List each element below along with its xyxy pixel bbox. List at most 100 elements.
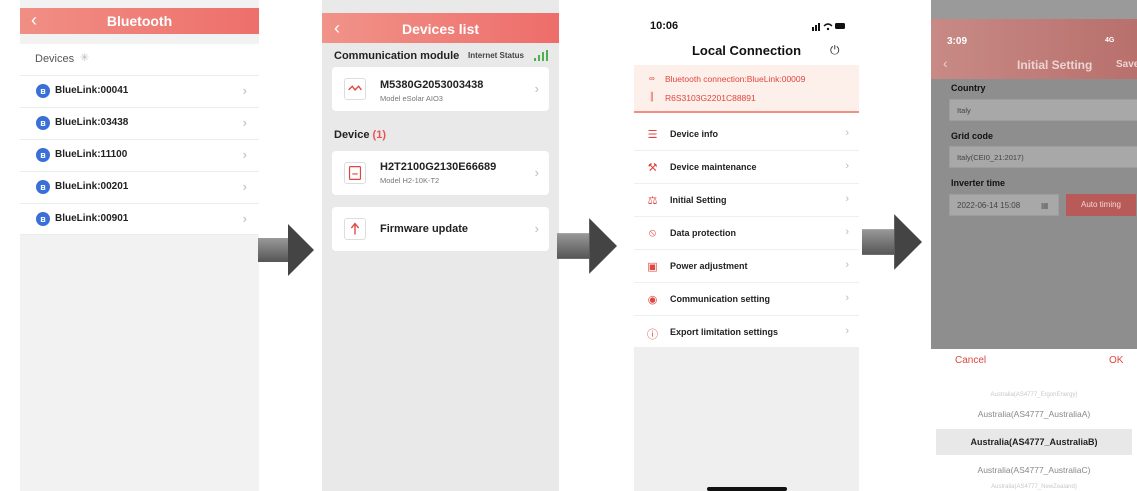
chevron-right-icon: ›: [242, 211, 247, 226]
menu-item-device-info[interactable]: ☰ Device info ›: [634, 118, 859, 151]
menu-item-label: Device info: [670, 129, 719, 139]
chevron-right-icon: ›: [845, 325, 849, 337]
internet-status-label: Internet Status: [468, 51, 525, 60]
power-icon[interactable]: ⏻: [830, 43, 840, 58]
power-adjust-icon: ▣: [647, 261, 658, 273]
flow-arrow-icon: [258, 224, 314, 276]
status-icons: [812, 23, 845, 31]
menu-item-communication-setting[interactable]: ◉ Communication setting ›: [634, 283, 859, 316]
device-name: BlueLink:00041: [55, 85, 129, 96]
back-icon[interactable]: ‹: [943, 56, 948, 70]
chevron-right-icon: ›: [534, 221, 539, 236]
inverter-time-label: Inverter time: [951, 178, 1006, 188]
menu-item-label: Export limitation settings: [670, 327, 779, 337]
grid-code-picker: Cancel OK Australia(AS4777_ErgonEnergy) …: [931, 349, 1137, 491]
home-indicator[interactable]: [707, 487, 787, 491]
page-title: Bluetooth: [106, 13, 173, 29]
device-list: Devices ✳ ʙ BlueLink:00041 › ʙ BlueLink:…: [20, 44, 259, 235]
chevron-right-icon: ›: [845, 127, 849, 139]
protection-icon: ⦸: [648, 227, 657, 239]
menu-item-data-protection[interactable]: ⦸ Data protection ›: [634, 217, 859, 250]
picker-option[interactable]: Australia(AS4777_ErgonEnergy): [931, 392, 1137, 398]
antenna-icon: ◉: [647, 294, 658, 306]
list-item[interactable]: ʙ BlueLink:03438 ›: [20, 107, 259, 139]
inverter-time-field[interactable]: 2022-06-14 15:08 ▦: [949, 194, 1059, 216]
menu-item-label: Power adjustment: [670, 261, 748, 271]
flow-arrow-icon: [557, 218, 617, 274]
menu-item-device-maintenance[interactable]: ⚒ Device maintenance ›: [634, 151, 859, 184]
cancel-button[interactable]: Cancel: [955, 355, 986, 366]
connection-banner: ∞ Bluetooth connection:BlueLink:00009 ║ …: [634, 65, 859, 113]
list-item[interactable]: ʙ BlueLink:11100 ›: [20, 139, 259, 171]
link-icon: ∞: [649, 74, 655, 83]
chevron-right-icon: ›: [242, 147, 247, 162]
page-title: Local Connection: [691, 43, 802, 58]
menu-item-label: Device maintenance: [670, 162, 757, 172]
signal-icon: [534, 50, 548, 61]
bluetooth-icon: ʙ: [36, 212, 50, 226]
network-status: 4G: [1105, 37, 1115, 44]
chevron-right-icon: ›: [845, 193, 849, 205]
devices-list-screen: ‹ Devices list Communication module Inte…: [322, 0, 559, 491]
barcode-icon: ║: [649, 92, 655, 101]
auto-timing-button[interactable]: Auto timing: [1066, 194, 1136, 216]
comm-module-serial: M5380G2053003438: [380, 79, 484, 91]
menu-item-label: Initial Setting: [670, 195, 727, 205]
device-name: BlueLink:03438: [55, 117, 129, 128]
list-item[interactable]: ʙ BlueLink:00201 ›: [20, 171, 259, 203]
country-field[interactable]: Italy: [949, 99, 1137, 121]
ok-button[interactable]: OK: [1109, 355, 1123, 366]
wrench-icon: ⚒: [647, 162, 658, 174]
picker-option[interactable]: Australia(AS4777_AustraliaC): [931, 465, 1137, 475]
devices-section: Devices ✳: [20, 44, 259, 75]
device-card[interactable]: H2T2100G2130E66689 Model H2-10K-T2 ›: [332, 151, 549, 195]
page-title: Devices list: [401, 21, 480, 37]
device-model: Model H2-10K-T2: [380, 176, 440, 185]
settings-icon: ⚖: [647, 195, 658, 207]
module-icon: [344, 78, 366, 100]
chevron-right-icon: ›: [242, 115, 247, 130]
list-item[interactable]: ʙ BlueLink:00041 ›: [20, 75, 259, 107]
calendar-icon: ▦: [1041, 201, 1049, 210]
menu-item-label: Communication setting: [670, 294, 771, 304]
save-button[interactable]: Save: [1116, 59, 1137, 70]
device-serial: H2T2100G2130E66689: [380, 161, 497, 173]
status-time: 10:06: [650, 20, 679, 32]
menu-item-export-limitation[interactable]: ⓘ Export limitation settings ›: [634, 316, 859, 349]
country-label: Country: [951, 83, 986, 93]
firmware-update-card[interactable]: Firmware update ›: [332, 207, 549, 251]
chevron-right-icon: ›: [845, 226, 849, 238]
device-name: BlueLink:00901: [55, 213, 129, 224]
bluetooth-icon: ʙ: [36, 148, 50, 162]
device-name: BlueLink:11100: [55, 149, 128, 160]
list-item[interactable]: ʙ BlueLink:00901 ›: [20, 203, 259, 235]
settings-form: Country Italy Grid code Italy(CEI0_21:20…: [931, 79, 1137, 349]
grid-code-field[interactable]: Italy(CEI0_21:2017): [949, 146, 1137, 168]
menu-item-power-adjustment[interactable]: ▣ Power adjustment ›: [634, 250, 859, 283]
picker-option-selected[interactable]: Australia(AS4777_AustraliaB): [931, 437, 1137, 447]
section-device-label: Device: [334, 129, 370, 141]
chevron-right-icon: ›: [845, 160, 849, 172]
bluetooth-icon: ʙ: [36, 84, 50, 98]
inverter-icon: [344, 162, 366, 184]
chevron-right-icon: ›: [534, 81, 539, 96]
bluetooth-icon: ʙ: [36, 180, 50, 194]
firmware-update-label: Firmware update: [380, 223, 469, 235]
initial-setting-screen: 3:09 4G ‹ Initial Setting Save Country I…: [931, 0, 1137, 491]
page-title: Initial Setting: [1017, 58, 1093, 72]
section-device: Device (1): [334, 129, 386, 141]
comm-module-card[interactable]: M5380G2053003438 Model eSolar AIO3 ›: [332, 67, 549, 111]
device-count: (1): [372, 129, 386, 141]
limit-icon: ⓘ: [647, 329, 658, 341]
picker-option[interactable]: Australia(AS4777_NewZealand): [931, 484, 1137, 490]
device-name: BlueLink:00201: [55, 181, 129, 192]
chevron-right-icon: ›: [845, 292, 849, 304]
menu-item-initial-setting[interactable]: ⚖ Initial Setting ›: [634, 184, 859, 217]
picker-option[interactable]: Australia(AS4777_AustraliaA): [931, 409, 1137, 419]
local-connection-screen: 10:06 Local Connection ⏻ ∞ Bluetooth con…: [634, 0, 859, 491]
devices-label: Devices: [35, 53, 75, 65]
upload-icon: [344, 218, 366, 240]
menu-item-label: Data protection: [670, 228, 737, 238]
flow-arrow-icon: [862, 214, 922, 270]
empty-area: [634, 347, 859, 491]
